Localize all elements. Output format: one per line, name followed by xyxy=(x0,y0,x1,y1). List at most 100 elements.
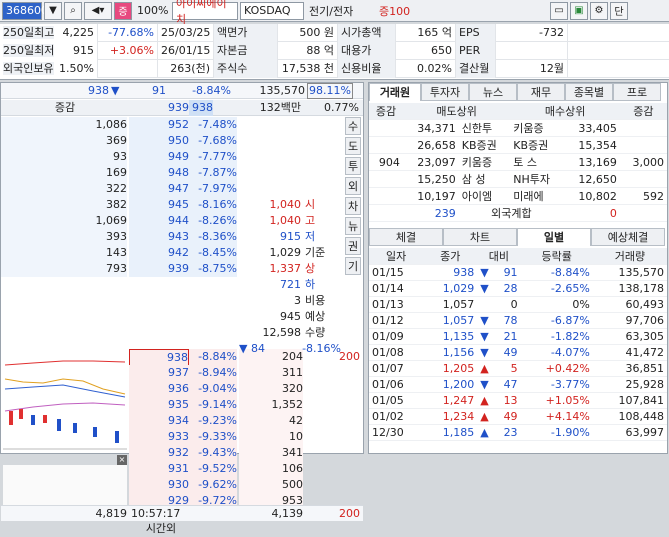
ask-qty: 169 xyxy=(1,165,127,181)
single-view-button[interactable]: 단 xyxy=(610,1,628,20)
tab-mid-1[interactable]: 차트 xyxy=(443,228,517,246)
excel-icon[interactable]: ▣ xyxy=(570,1,588,20)
ask-rate: -7.97% xyxy=(189,181,237,197)
daily-change: 5 xyxy=(491,360,521,377)
bid-price[interactable]: 935 xyxy=(129,397,189,413)
info-cell: 외국인보유 1.50% xyxy=(0,59,98,78)
ask-price[interactable]: 942 xyxy=(129,245,189,261)
bid-price[interactable]: 930 xyxy=(129,477,189,493)
daily-volume: 97,706 xyxy=(592,312,667,329)
ask-price[interactable]: 949 xyxy=(129,149,189,165)
broker-row: 10,197 아이엠 미래에 10,802 592 xyxy=(369,187,667,205)
ask-price[interactable]: 948 xyxy=(129,165,189,181)
margin-rate: 증100 xyxy=(379,4,411,18)
daily-change: 21 xyxy=(491,328,521,345)
market-label: KOSDAQ xyxy=(240,1,304,20)
stat-key: 상 xyxy=(305,262,316,275)
bid-price[interactable]: 937 xyxy=(129,365,189,381)
info-cell: 액면가 xyxy=(214,23,278,42)
broker-cell: 10,802 xyxy=(563,187,620,205)
stat-row: 12,598 수량 xyxy=(239,325,343,341)
tab-0[interactable]: 거래원 xyxy=(369,83,421,101)
info-value: -732 xyxy=(539,25,564,39)
ask-price[interactable]: 947 xyxy=(129,181,189,197)
speaker-icon[interactable]: ◀▾ xyxy=(84,1,112,20)
bid-price[interactable]: 936 xyxy=(129,381,189,397)
side-tab-7[interactable]: 기 xyxy=(345,257,361,275)
bid-price[interactable]: 933 xyxy=(129,429,189,445)
side-tab-5[interactable]: 뉴 xyxy=(345,217,361,235)
tab-mid-0[interactable]: 체결 xyxy=(369,228,443,246)
stat-value: ▼ 84 xyxy=(239,342,265,355)
ask-row: 369 950 -7.68% xyxy=(1,133,363,149)
tab-mid-2[interactable]: 일별 xyxy=(517,228,591,246)
bid-qty: 42 xyxy=(239,413,303,429)
daily-header: 등락률 xyxy=(520,248,593,265)
ask-rate: -8.26% xyxy=(189,213,237,229)
side-tab-3[interactable]: 외 xyxy=(345,177,361,195)
ask-rate: -7.77% xyxy=(189,149,237,165)
info-label: 대용가 xyxy=(341,43,372,57)
sector-label: 전기/전자 xyxy=(309,4,354,18)
daily-arrow-icon: ▼ xyxy=(477,280,492,297)
side-tab-1[interactable]: 도 xyxy=(345,137,361,155)
broker-cell: 미래에 xyxy=(510,187,564,205)
ask-price[interactable]: 945 xyxy=(129,197,189,213)
ask-price[interactable]: 943 xyxy=(129,229,189,245)
stock-name[interactable]: 아이씨에이치 xyxy=(172,0,238,26)
broker-cell: 키움증 xyxy=(458,153,511,171)
ask-rate: -8.75% xyxy=(189,261,237,277)
info-cell xyxy=(496,41,568,60)
info-cell: 0.02% xyxy=(396,59,456,78)
change-rate: -8.84% xyxy=(192,84,231,97)
daily-rate: +1.05% xyxy=(520,392,593,409)
side-tab-0[interactable]: 수 xyxy=(345,117,361,135)
side-tab-2[interactable]: 투 xyxy=(345,157,361,175)
tab-5[interactable]: 프로 xyxy=(613,83,661,101)
ask-price[interactable]: 950 xyxy=(129,133,189,149)
time-label: 10:57:17 xyxy=(131,507,181,520)
stat-key: 기준 xyxy=(305,246,326,259)
stock-code-input[interactable]: 368600 xyxy=(2,1,48,20)
tab-mid-3[interactable]: 예상체결 xyxy=(591,228,665,246)
info-cell: 시가총액 xyxy=(338,23,396,42)
window-icon[interactable]: ▭ xyxy=(550,1,568,20)
stat-value: 12,598 xyxy=(262,326,302,339)
price-change: 91 xyxy=(152,84,166,97)
chart-close-icon[interactable]: × xyxy=(117,455,127,465)
stat-key: 비용 xyxy=(305,294,326,307)
daily-change: 49 xyxy=(491,344,521,361)
tab-1[interactable]: 투자자 xyxy=(421,83,469,101)
ask-price[interactable]: 944 xyxy=(129,213,189,229)
daily-close: 1,029 xyxy=(423,280,478,297)
broker-cell xyxy=(369,119,403,137)
ask-price[interactable]: 952 xyxy=(129,117,189,133)
gear-icon[interactable]: ⚙ xyxy=(590,1,608,20)
code-dropdown-icon[interactable]: ▼ xyxy=(44,1,62,20)
ask-qty: 1,069 xyxy=(1,213,127,229)
tab-2[interactable]: 뉴스 xyxy=(469,83,517,101)
daily-row: 01/07 1,205 ▲ 5 +0.42% 36,851 xyxy=(369,360,667,377)
after-hours-label[interactable]: 시간외 xyxy=(131,521,191,537)
info-label: 주식수 xyxy=(217,61,248,75)
tab-4[interactable]: 종목별 xyxy=(565,83,613,101)
daily-row: 12/30 1,185 ▲ 23 -1.90% 63,997 xyxy=(369,424,667,441)
side-tab-6[interactable]: 권 xyxy=(345,237,361,255)
bid-price[interactable]: 932 xyxy=(129,445,189,461)
bid-price[interactable]: 934 xyxy=(129,413,189,429)
info-value: 25/03/25 xyxy=(161,25,211,39)
book-header: 증감 939 938 132백만 0.77% xyxy=(1,100,363,116)
search-icon[interactable]: ⌕ xyxy=(64,1,82,20)
tab-3[interactable]: 재무 xyxy=(517,83,565,101)
foreign-left: 239 xyxy=(402,204,459,222)
info-label: PER xyxy=(459,43,481,57)
side-tab-4[interactable]: 차 xyxy=(345,197,361,215)
stat-row: 1,040 고 xyxy=(239,213,343,229)
ask-price[interactable]: 939 xyxy=(129,261,189,277)
ask-qty: 1,086 xyxy=(1,117,127,133)
stat-row: 3 비용 xyxy=(239,293,343,309)
header-change: 증감 xyxy=(54,101,76,114)
daily-volume: 25,928 xyxy=(592,376,667,393)
stat-key: 하 xyxy=(305,278,316,291)
bid-price[interactable]: 931 xyxy=(129,461,189,477)
